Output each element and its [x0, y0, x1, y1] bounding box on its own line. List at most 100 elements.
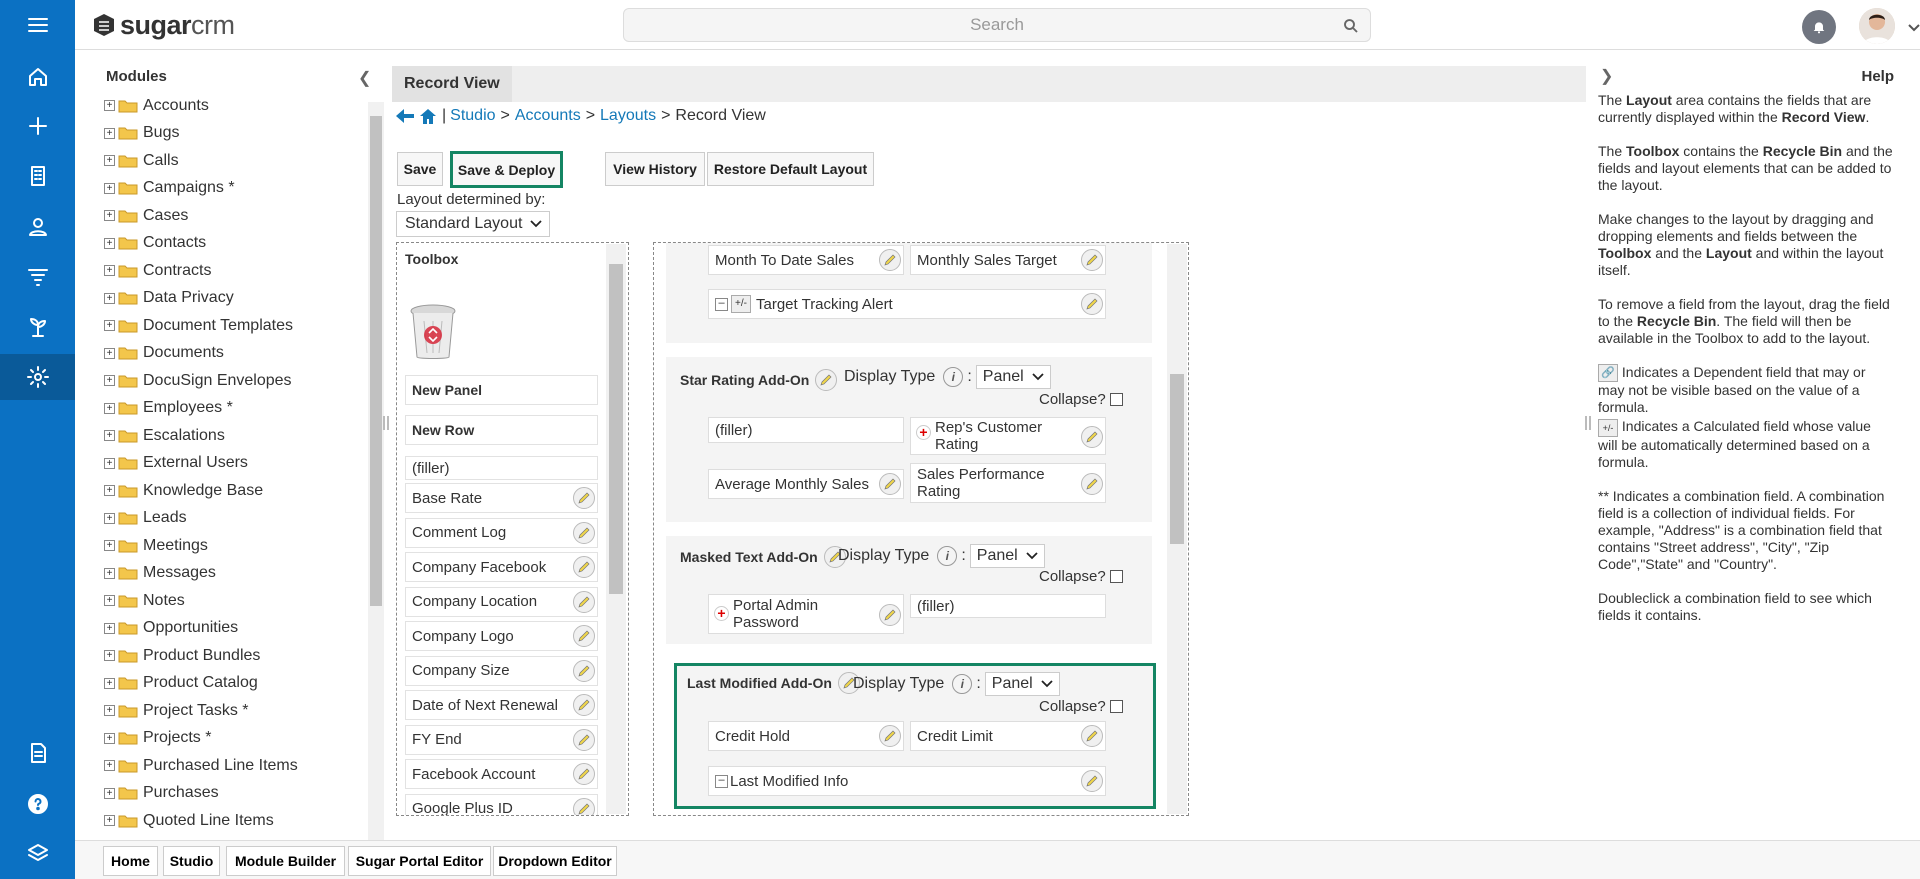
edit-pencil-icon[interactable] [573, 521, 595, 544]
search-icon[interactable] [1342, 17, 1360, 35]
toolbox-field[interactable]: Facebook Account [405, 759, 598, 789]
field-month-to-date-sales[interactable]: Month To Date Sales [708, 245, 904, 275]
toolbox-new-panel[interactable]: New Panel [405, 375, 598, 405]
module-item[interactable]: + Leads [104, 505, 366, 533]
module-item[interactable]: + Contracts [104, 257, 366, 285]
expand-plus-icon[interactable]: + [104, 100, 115, 112]
toolbox-field[interactable]: Date of Next Renewal [405, 690, 598, 720]
field-last-modified-info[interactable]: – Last Modified Info [708, 766, 1106, 796]
toolbox-field[interactable]: Base Rate [405, 483, 598, 513]
expand-plus-icon[interactable]: + [104, 292, 115, 304]
edit-pencil-icon[interactable] [573, 487, 595, 509]
tab-record-view[interactable]: Record View [392, 66, 512, 102]
edit-pencil-icon[interactable] [573, 625, 595, 647]
module-item[interactable]: + Opportunities [104, 615, 366, 643]
building-icon[interactable] [0, 153, 75, 199]
collapse-left-icon[interactable]: ❮ [358, 68, 371, 88]
logo[interactable]: sugar crm [91, 10, 235, 40]
collapse-minus-icon[interactable]: – [715, 297, 728, 311]
save-deploy-button[interactable]: Save & Deploy [450, 151, 563, 188]
expand-plus-icon[interactable]: + [104, 512, 115, 524]
footer-portal-editor-button[interactable]: Sugar Portal Editor [348, 846, 491, 876]
contact-icon[interactable] [0, 204, 75, 250]
module-item[interactable]: + Accounts [104, 92, 366, 120]
field-monthly-sales-target[interactable]: Monthly Sales Target [910, 245, 1106, 275]
toolbox-field[interactable]: Company Logo [405, 621, 598, 651]
module-item[interactable]: + Project Tasks * [104, 697, 366, 725]
edit-pencil-icon[interactable] [1081, 725, 1103, 747]
module-item[interactable]: + Product Catalog [104, 670, 366, 698]
footer-module-builder-button[interactable]: Module Builder [226, 846, 345, 876]
avatar[interactable] [1859, 8, 1895, 44]
expand-plus-icon[interactable]: + [104, 787, 115, 799]
breadcrumb-studio[interactable]: Studio [450, 107, 495, 125]
module-item[interactable]: + DocuSign Envelopes [104, 367, 366, 395]
field-sales-performance-rating[interactable]: Sales Performance Rating [910, 463, 1106, 503]
info-icon[interactable]: i [943, 367, 964, 387]
search-input[interactable] [624, 9, 1370, 41]
module-item[interactable]: + Employees * [104, 395, 366, 423]
field-portal-admin-password[interactable]: + Portal Admin Password [708, 594, 904, 634]
expand-plus-icon[interactable]: + [104, 760, 115, 772]
expand-plus-icon[interactable]: + [104, 155, 115, 167]
edit-pencil-icon[interactable] [573, 694, 595, 716]
module-item[interactable]: + Quoted Line Items [104, 807, 366, 832]
module-item[interactable]: + Knowledge Base [104, 477, 366, 505]
expand-plus-icon[interactable]: + [104, 457, 115, 469]
toolbox-scrollbar[interactable] [606, 244, 626, 814]
edit-pencil-icon[interactable] [879, 604, 901, 626]
gear-icon[interactable] [0, 354, 75, 400]
layout-panel-star-rating[interactable]: Star Rating Add-On Display Type i: Panel C… [666, 357, 1152, 522]
module-item[interactable]: + Messages [104, 560, 366, 588]
module-item[interactable]: + Purchased Line Items [104, 752, 366, 780]
module-item[interactable]: + Document Templates [104, 312, 366, 340]
module-item[interactable]: + Purchases [104, 780, 366, 808]
module-item[interactable]: + Cases [104, 202, 366, 230]
home-icon[interactable] [0, 54, 75, 100]
back-arrow-icon[interactable] [394, 107, 416, 125]
layout-panel-last-modified[interactable]: Last Modified Add-On Display Type i: Panel… [674, 663, 1156, 809]
expand-plus-icon[interactable]: + [104, 320, 115, 332]
breadcrumb-accounts[interactable]: Accounts [515, 107, 581, 125]
module-item[interactable]: + Calls [104, 147, 366, 175]
toolbox-new-row[interactable]: New Row [405, 415, 598, 445]
toolbox-field[interactable]: Company Location [405, 586, 598, 617]
expand-plus-icon[interactable]: + [104, 485, 115, 497]
display-type-select[interactable]: Panel [984, 672, 1060, 696]
expand-plus-icon[interactable]: + [104, 540, 115, 552]
restore-default-layout-button[interactable]: Restore Default Layout [707, 152, 874, 186]
expand-plus-icon[interactable]: + [104, 237, 115, 249]
module-item[interactable]: + Documents [104, 340, 366, 368]
field-target-tracking-alert[interactable]: – +/- Target Tracking Alert [708, 289, 1106, 319]
edit-pencil-icon[interactable] [573, 728, 595, 751]
footer-studio-button[interactable]: Studio [163, 846, 220, 876]
collapse-checkbox[interactable] [1109, 393, 1123, 406]
edit-pencil-icon[interactable] [1081, 770, 1103, 792]
footer-home-button[interactable]: Home [103, 846, 158, 876]
edit-pencil-icon[interactable] [1081, 293, 1103, 315]
toolbox-field[interactable]: Company Facebook [405, 552, 598, 582]
field-credit-hold[interactable]: Credit Hold [708, 721, 904, 751]
view-history-button[interactable]: View History [605, 152, 705, 186]
edit-pencil-icon[interactable] [573, 556, 595, 578]
collapse-checkbox[interactable] [1109, 570, 1123, 583]
expand-plus-icon[interactable]: + [104, 567, 115, 579]
toolbox-field[interactable]: FY End [405, 724, 598, 755]
expand-plus-icon[interactable]: + [104, 677, 115, 689]
expand-plus-icon[interactable]: + [104, 402, 115, 414]
expand-plus-icon[interactable]: + [104, 622, 115, 634]
expand-plus-icon[interactable]: + [104, 430, 115, 442]
layout-panel-masked-text[interactable]: Masked Text Add-On Display Type i: Panel C… [666, 536, 1152, 644]
plus-icon[interactable] [0, 103, 75, 149]
plant-icon[interactable] [0, 304, 75, 350]
module-item[interactable]: + Projects * [104, 725, 366, 753]
info-icon[interactable]: i [937, 546, 958, 566]
display-type-select[interactable]: Panel [969, 544, 1045, 568]
field-filler[interactable]: (filler) [910, 594, 1106, 618]
field-filler[interactable]: (filler) [708, 417, 904, 443]
collapse-right-icon[interactable]: ❯ [1600, 68, 1613, 85]
recycle-bin-icon[interactable] [407, 301, 459, 361]
expand-plus-icon[interactable]: + [104, 347, 115, 359]
field-reps-customer-rating[interactable]: + Rep's Customer Rating [910, 417, 1106, 455]
edit-pencil-icon[interactable] [1081, 473, 1103, 495]
